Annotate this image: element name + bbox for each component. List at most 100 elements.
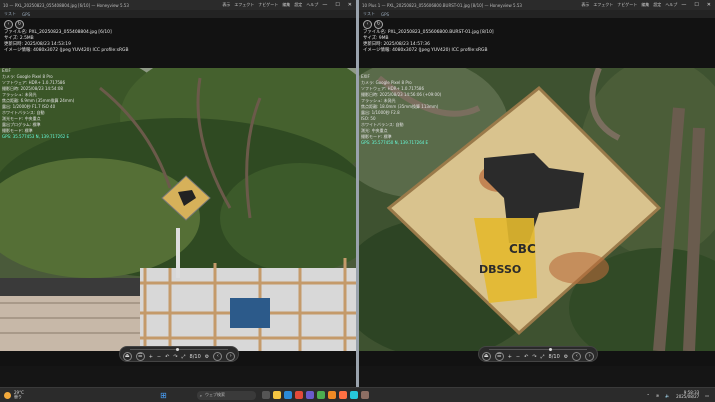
app-icon[interactable] [327, 391, 336, 399]
weather-widget[interactable]: 29°C 曇り [4, 390, 154, 400]
toolbar: リスト GPS [359, 10, 715, 18]
close-icon[interactable]: ✕ [348, 2, 352, 8]
gps-button[interactable]: GPS [22, 12, 30, 17]
menu-bar: 表示 エフェクト ナビゲート 編集 設定 ヘルプ [222, 2, 318, 8]
exif-gps: GPS: 35.577450 N, 139.717264 E [361, 140, 429, 145]
zoom-out-icon[interactable]: − [157, 354, 161, 360]
close-icon[interactable]: ✕ [707, 2, 711, 8]
maximize-icon[interactable]: ☐ [694, 2, 698, 8]
playback-controls: ⏏ ☰ + − ↶ ↷ ⤢ 8/10 ⚙ ‹ › [478, 346, 598, 362]
search-icon: ⌕ [199, 392, 202, 398]
menu-icon[interactable]: ☰ [135, 352, 145, 361]
edge-icon[interactable] [283, 391, 292, 399]
menu-settings[interactable]: 設定 [653, 2, 661, 8]
prev-icon[interactable]: ‹ [572, 352, 582, 361]
back-icon[interactable]: ‹ [4, 20, 13, 29]
rotate-left-icon[interactable]: ↶ [524, 354, 528, 360]
file-info-panel: ファイル名: PXL_20250823_055408804.jpg [6/10]… [4, 30, 128, 54]
rotate-left-icon[interactable]: ↶ [165, 354, 169, 360]
chevron-up-icon[interactable]: ⌃ [646, 393, 649, 398]
file-explorer-icon[interactable] [272, 391, 281, 399]
menu-edit[interactable]: 編集 [282, 2, 290, 8]
seek-track[interactable] [130, 349, 228, 350]
pinned-apps [261, 391, 369, 399]
prev-icon[interactable]: ‹ [213, 352, 223, 361]
zoom-in-icon[interactable]: + [508, 354, 512, 360]
settings-icon[interactable]: ⚙ [205, 354, 209, 360]
seek-track[interactable] [489, 349, 587, 350]
image-viewport[interactable]: ‹ ↻ ファイル名: PXL_20250823_055606800.BURST-… [359, 18, 715, 366]
list-button[interactable]: リスト [4, 11, 16, 17]
task-view-icon[interactable] [261, 391, 270, 399]
app-icon[interactable] [338, 391, 347, 399]
eject-icon[interactable]: ⏏ [122, 352, 132, 361]
fit-icon[interactable]: ⤢ [182, 354, 186, 360]
title-bar: 10 — PXL_20250823_055408804.jpg [6/10] —… [0, 0, 356, 10]
file-info-panel: ファイル名: PXL_20250823_055606800.BURST-01.j… [363, 30, 494, 54]
clock[interactable]: 9:58:33 2025/08/27 [676, 390, 700, 400]
gps-button[interactable]: GPS [381, 12, 389, 17]
page-counter: 8/10 [548, 353, 560, 360]
menu-edit[interactable]: 編集 [641, 2, 649, 8]
right-viewer-window: 10 Plus 1 — PXL_20250823_055606800.BURST… [359, 0, 715, 388]
chrome-icon[interactable] [294, 391, 303, 399]
menu-effect[interactable]: エフェクト [593, 2, 613, 8]
clock-date: 2025/08/27 [676, 394, 700, 399]
list-button[interactable]: リスト [363, 11, 375, 17]
zoom-out-icon[interactable]: − [516, 354, 520, 360]
menu-bar: 表示 エフェクト ナビゲート 編集 設定 ヘルプ [581, 2, 677, 8]
refresh-icon[interactable]: ↻ [15, 20, 24, 29]
app-icon[interactable] [316, 391, 325, 399]
refresh-icon[interactable]: ↻ [374, 20, 383, 29]
next-icon[interactable]: › [226, 352, 236, 361]
info-image: イメージ情報: 4080x3072 (Jpeg YUV420) ICC prof… [4, 48, 129, 53]
maximize-icon[interactable]: ☐ [335, 2, 339, 8]
weather-icon [4, 391, 11, 399]
wifi-icon[interactable]: ≋ [656, 393, 659, 398]
menu-view[interactable]: 表示 [581, 2, 589, 8]
settings-icon[interactable]: ⚙ [564, 354, 568, 360]
search-box[interactable]: ⌕ ウェブ検索 [196, 390, 256, 400]
volume-icon[interactable]: 🔈 [665, 393, 670, 398]
next-icon[interactable]: › [585, 352, 595, 361]
menu-help[interactable]: ヘルプ [306, 2, 318, 8]
zoom-in-icon[interactable]: + [149, 354, 153, 360]
minimize-icon[interactable]: — [681, 2, 686, 8]
back-icon[interactable]: ‹ [363, 20, 372, 29]
weather-text: 曇り [14, 394, 22, 399]
fit-icon[interactable]: ⤢ [541, 354, 545, 360]
notification-icon[interactable]: ▭ [705, 393, 709, 398]
start-icon[interactable]: ⊞ [160, 391, 167, 400]
menu-navigate[interactable]: ナビゲート [258, 2, 278, 8]
seek-thumb[interactable] [549, 348, 552, 351]
toolbar: リスト GPS [0, 10, 356, 18]
rotate-right-icon[interactable]: ↷ [173, 354, 177, 360]
menu-navigate[interactable]: ナビゲート [617, 2, 637, 8]
minimize-icon[interactable]: — [322, 2, 327, 8]
rotate-right-icon[interactable]: ↷ [532, 354, 536, 360]
menu-effect[interactable]: エフェクト [234, 2, 254, 8]
menu-view[interactable]: 表示 [222, 2, 230, 8]
seek-thumb[interactable] [176, 348, 179, 351]
title-bar: 10 Plus 1 — PXL_20250823_055606800.BURST… [359, 0, 715, 10]
info-image: イメージ情報: 4080x3072 (Jpeg YUV420) ICC prof… [363, 48, 488, 53]
system-tray: ⌃ ≋ 🔈 9:58:33 2025/08/27 ▭ [646, 390, 715, 400]
exif-gps: GPS: 35.577453 N, 139.717262 E [2, 134, 70, 139]
honeyview-icon[interactable] [360, 391, 369, 399]
menu-settings[interactable]: 設定 [294, 2, 302, 8]
window-title: 10 — PXL_20250823_055408804.jpg [6/10] —… [3, 2, 129, 8]
search-placeholder: ウェブ検索 [204, 392, 225, 397]
page-counter: 8/10 [189, 353, 201, 360]
menu-icon[interactable]: ☰ [494, 352, 504, 361]
left-viewer-window: 10 — PXL_20250823_055408804.jpg [6/10] —… [0, 0, 356, 388]
taskbar: 29°C 曇り ⊞ ⌕ ウェブ検索 ⌃ ≋ 🔈 9:58:33 2025/08/… [0, 387, 715, 402]
window-title: 10 Plus 1 — PXL_20250823_055606800.BURST… [362, 2, 522, 8]
eject-icon[interactable]: ⏏ [481, 352, 491, 361]
store-icon[interactable] [305, 391, 314, 399]
image-viewport[interactable]: ‹ ↻ ファイル名: PXL_20250823_055408804.jpg [6… [0, 18, 356, 366]
playback-controls: ⏏ ☰ + − ↶ ↷ ⤢ 8/10 ⚙ ‹ › [119, 346, 239, 362]
app-icon[interactable] [349, 391, 358, 399]
svg-text:DBSSO: DBSSO [479, 263, 521, 276]
exif-panel: EXIF カメラ: Google Pixel 8 Pro ソフトウェア: HDR… [361, 74, 441, 146]
menu-help[interactable]: ヘルプ [665, 2, 677, 8]
